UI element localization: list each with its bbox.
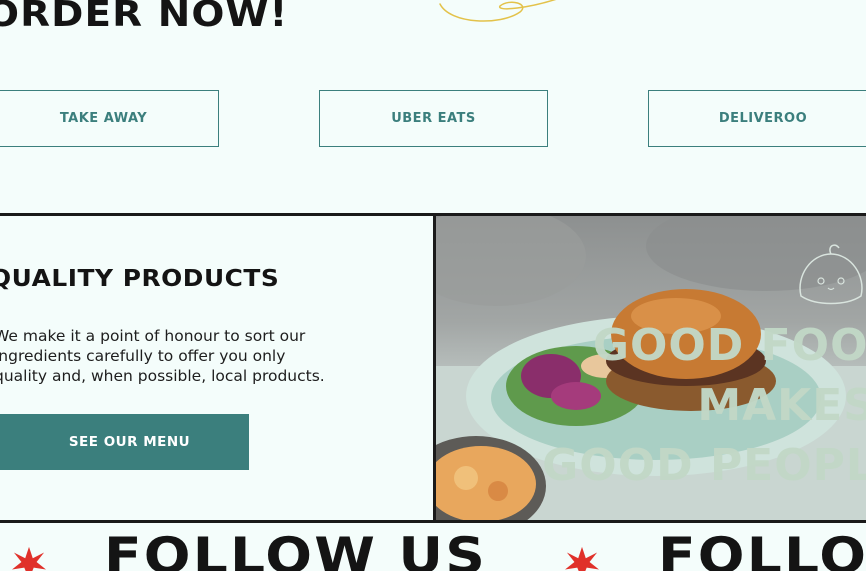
star-burst-icon bbox=[12, 546, 46, 571]
follow-us-strip: FOLLOW US FOLLOW US bbox=[0, 523, 866, 571]
take-away-button[interactable]: TAKE AWAY bbox=[0, 90, 219, 147]
quality-description: We make it a point of honour to sort our… bbox=[0, 326, 394, 386]
squiggle-decoration-icon bbox=[439, 0, 557, 22]
deliveroo-button[interactable]: DELIVEROO bbox=[648, 90, 866, 147]
quality-description-line: ingredients carefully to offer you only bbox=[0, 347, 286, 365]
follow-us-link[interactable]: FOLLOW US bbox=[658, 527, 866, 571]
follow-us-link[interactable]: FOLLOW US bbox=[104, 527, 487, 571]
slogan-line-1: GOOD FOOD bbox=[592, 320, 866, 371]
quality-description-line: quality and, when possible, local produc… bbox=[0, 367, 325, 385]
quality-description-line: We make it a point of honour to sort our bbox=[0, 327, 306, 345]
slogan-line-2: MAKES bbox=[697, 380, 866, 431]
order-now-title: ORDER NOW! bbox=[0, 0, 289, 35]
slogan-line-3: GOOD PEOPLE bbox=[542, 440, 866, 491]
dumpling-mascot-icon bbox=[799, 244, 863, 305]
see-our-menu-button[interactable]: SEE OUR MENU bbox=[0, 414, 249, 470]
uber-eats-button[interactable]: UBER EATS bbox=[319, 90, 548, 147]
section-divider bbox=[433, 213, 436, 523]
star-burst-icon bbox=[565, 546, 599, 571]
quality-products-title: QUALITY PRODUCTS bbox=[0, 266, 280, 292]
